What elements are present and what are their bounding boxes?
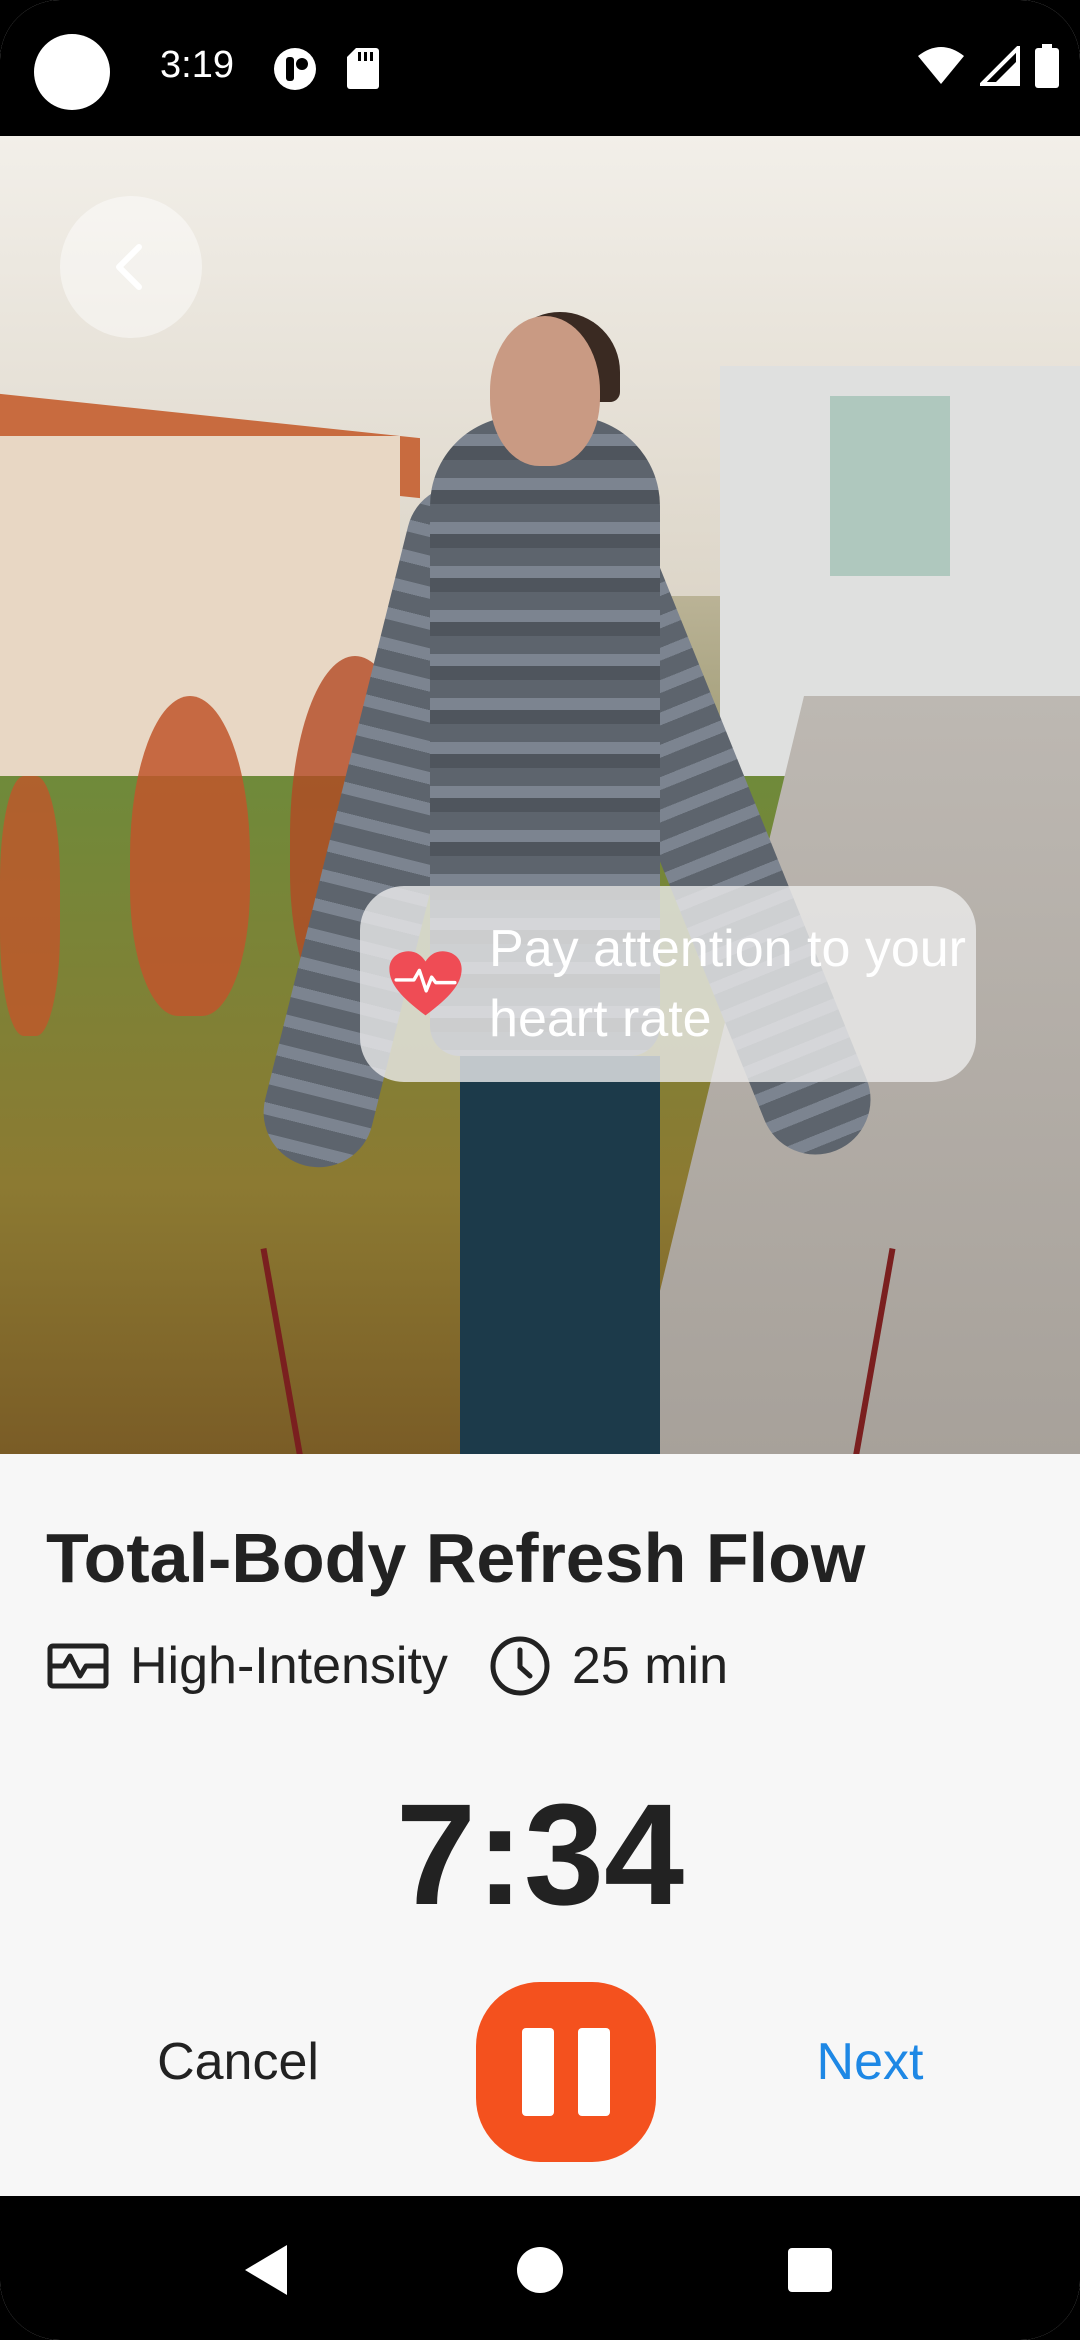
nav-back-button[interactable] [236,2240,296,2300]
duration-label: 25 min [571,1637,728,1695]
activity-monitor-icon [47,1643,109,1689]
clock-icon [490,1636,550,1696]
workout-screen: 3:19 Pay attention to your heart rate To… [0,0,1080,2340]
cellular-signal-icon [980,46,1020,86]
workout-controls: Cancel Next [0,1982,1080,2162]
next-button[interactable]: Next [760,2032,980,2092]
pause-button[interactable] [476,1982,656,2162]
nav-back-icon [245,2245,287,2295]
heart-rate-icon [389,951,462,1016]
workout-timer: 7:34 [395,1774,685,1935]
status-time: 3:19 [160,44,234,86]
nav-recents-button[interactable] [780,2240,840,2300]
heart-rate-banner: Pay attention to your heart rate [360,886,976,1082]
workout-hero-image [0,136,1080,1454]
battery-icon [1035,44,1059,88]
nav-home-icon [517,2247,563,2293]
nav-recents-icon [788,2248,832,2292]
app-notification-icon [274,48,316,90]
navigation-bar [0,2196,1080,2340]
pause-icon [510,2028,622,2116]
workout-meta: High-Intensity 25 min [46,1634,728,1698]
heart-rate-banner-text: Pay attention to your heart rate [489,920,966,1048]
nav-home-button[interactable] [510,2240,570,2300]
camera-cutout [34,34,110,110]
sd-card-icon [347,48,379,89]
workout-title: Total-Body Refresh Flow [46,1519,866,1597]
back-button[interactable] [60,196,202,338]
wifi-icon [918,47,964,84]
status-bar: 3:19 [0,0,1080,136]
intensity-label: High-Intensity [130,1637,448,1695]
cancel-button[interactable]: Cancel [128,2032,348,2092]
chevron-left-icon [116,244,142,290]
